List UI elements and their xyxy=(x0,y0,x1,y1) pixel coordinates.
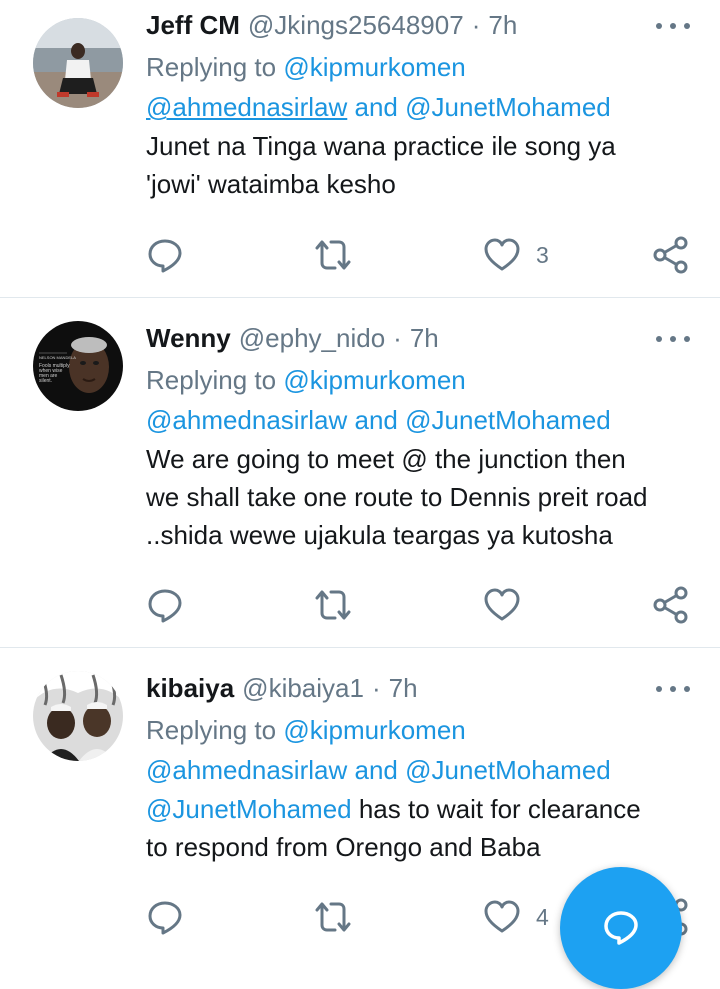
retweet-button[interactable] xyxy=(313,897,353,937)
replying-to: Replying to @kipmurkomen @ahmednasirlaw … xyxy=(146,47,690,127)
mention-link[interactable]: @JunetMohamed xyxy=(146,794,352,824)
heart-icon xyxy=(482,235,522,275)
tweet-text-line: to respond from Orengo and Baba xyxy=(146,832,541,862)
mention-link[interactable]: @JunetMohamed xyxy=(405,755,611,785)
tweet-text-line: has to wait for clearance xyxy=(351,794,641,824)
tweet-text-line: We are going to meet @ the junction then xyxy=(146,444,626,474)
like-button[interactable] xyxy=(482,585,522,625)
reply-button[interactable] xyxy=(145,897,185,937)
mention-link[interactable]: @ahmednasirlaw xyxy=(146,92,347,122)
separator: · xyxy=(371,672,381,703)
share-icon xyxy=(651,235,691,275)
compose-reply-button[interactable] xyxy=(560,867,682,989)
share-icon xyxy=(651,585,691,625)
tweet-text: Junet na Tinga wana practice ile song ya… xyxy=(146,127,690,203)
tweet-text: @JunetMohamed has to wait for clearance … xyxy=(146,790,690,866)
retweet-button[interactable] xyxy=(313,585,353,625)
display-name[interactable]: kibaiya xyxy=(146,673,234,704)
reply-button[interactable] xyxy=(145,585,185,625)
more-dots-icon[interactable] xyxy=(656,18,690,34)
replying-to: Replying to @kipmurkomen @ahmednasirlaw … xyxy=(146,360,690,440)
heart-icon xyxy=(482,897,522,937)
reply-bubble-icon xyxy=(145,235,185,275)
more-dots-icon[interactable] xyxy=(656,331,690,347)
separator: · xyxy=(471,9,481,40)
tweet-text-line: we shall take one route to Dennis preit … xyxy=(146,482,648,512)
mention-link[interactable]: @ahmednasirlaw xyxy=(146,405,347,435)
timestamp[interactable]: 7h xyxy=(410,323,439,354)
divider xyxy=(0,647,720,648)
separator: · xyxy=(393,322,402,353)
mention-link[interactable]: @JunetMohamed xyxy=(405,92,611,122)
replying-label: Replying to xyxy=(146,52,277,82)
user-handle[interactable]: @kibaiya1 xyxy=(242,673,364,704)
heart-icon xyxy=(482,585,522,625)
share-button[interactable] xyxy=(651,585,691,625)
more-dots-icon[interactable] xyxy=(656,681,690,697)
mention-link[interactable]: @kipmurkomen xyxy=(283,365,465,395)
avatar-caption: NELSON MANDELA xyxy=(39,355,76,360)
replying-label: Replying to xyxy=(146,715,277,745)
replying-label: Replying to xyxy=(146,365,277,395)
like-count: 3 xyxy=(536,241,549,268)
display-name[interactable]: Jeff CM xyxy=(146,10,240,41)
mention-link[interactable]: @JunetMohamed xyxy=(405,405,611,435)
divider xyxy=(0,297,720,298)
avatar[interactable] xyxy=(33,671,123,761)
tweet-text: We are going to meet @ the junction then… xyxy=(146,440,690,554)
reply-bubble-icon xyxy=(145,897,185,937)
display-name[interactable]: Wenny xyxy=(146,323,231,354)
action-bar: 3 xyxy=(0,235,720,275)
user-handle[interactable]: @ephy_nido xyxy=(239,323,385,354)
retweet-icon xyxy=(313,235,353,275)
timestamp[interactable]: 7h xyxy=(389,673,418,704)
mention-link[interactable]: @ahmednasirlaw xyxy=(146,755,347,785)
user-handle[interactable]: @Jkings25648907 xyxy=(248,10,464,41)
mention-link[interactable]: @kipmurkomen xyxy=(283,715,465,745)
and-label[interactable]: and xyxy=(355,755,398,785)
tweet-text-line: Junet na Tinga wana practice ile song ya xyxy=(146,131,616,161)
replying-to: Replying to @kipmurkomen @ahmednasirlaw … xyxy=(146,710,690,790)
avatar[interactable]: NELSON MANDELA Fools multiply when wise … xyxy=(33,321,123,411)
tweet-text-line: ..shida wewe ujakula teargas ya kutosha xyxy=(146,520,613,550)
mention-link[interactable]: @kipmurkomen xyxy=(283,52,465,82)
tweet[interactable]: Jeff CM @Jkings25648907 · 7h Replying to… xyxy=(0,0,720,297)
tweet-text-line: 'jowi' wataimba kesho xyxy=(146,169,396,199)
retweet-icon xyxy=(313,897,353,937)
retweet-icon xyxy=(313,585,353,625)
and-label[interactable]: and xyxy=(355,92,398,122)
reply-bubble-icon xyxy=(145,585,185,625)
action-bar xyxy=(0,585,720,625)
tweet[interactable]: NELSON MANDELA Fools multiply when wise … xyxy=(0,313,720,647)
avatar[interactable] xyxy=(33,18,123,108)
retweet-button[interactable] xyxy=(313,235,353,275)
like-button[interactable]: 3 xyxy=(482,235,549,275)
like-button[interactable]: 4 xyxy=(482,897,549,937)
compose-reply-icon xyxy=(604,911,638,945)
like-count: 4 xyxy=(536,903,549,930)
timestamp[interactable]: 7h xyxy=(488,10,517,41)
avatar-caption: silent. xyxy=(39,378,52,384)
and-label[interactable]: and xyxy=(355,405,398,435)
share-button[interactable] xyxy=(651,235,691,275)
reply-button[interactable] xyxy=(145,235,185,275)
